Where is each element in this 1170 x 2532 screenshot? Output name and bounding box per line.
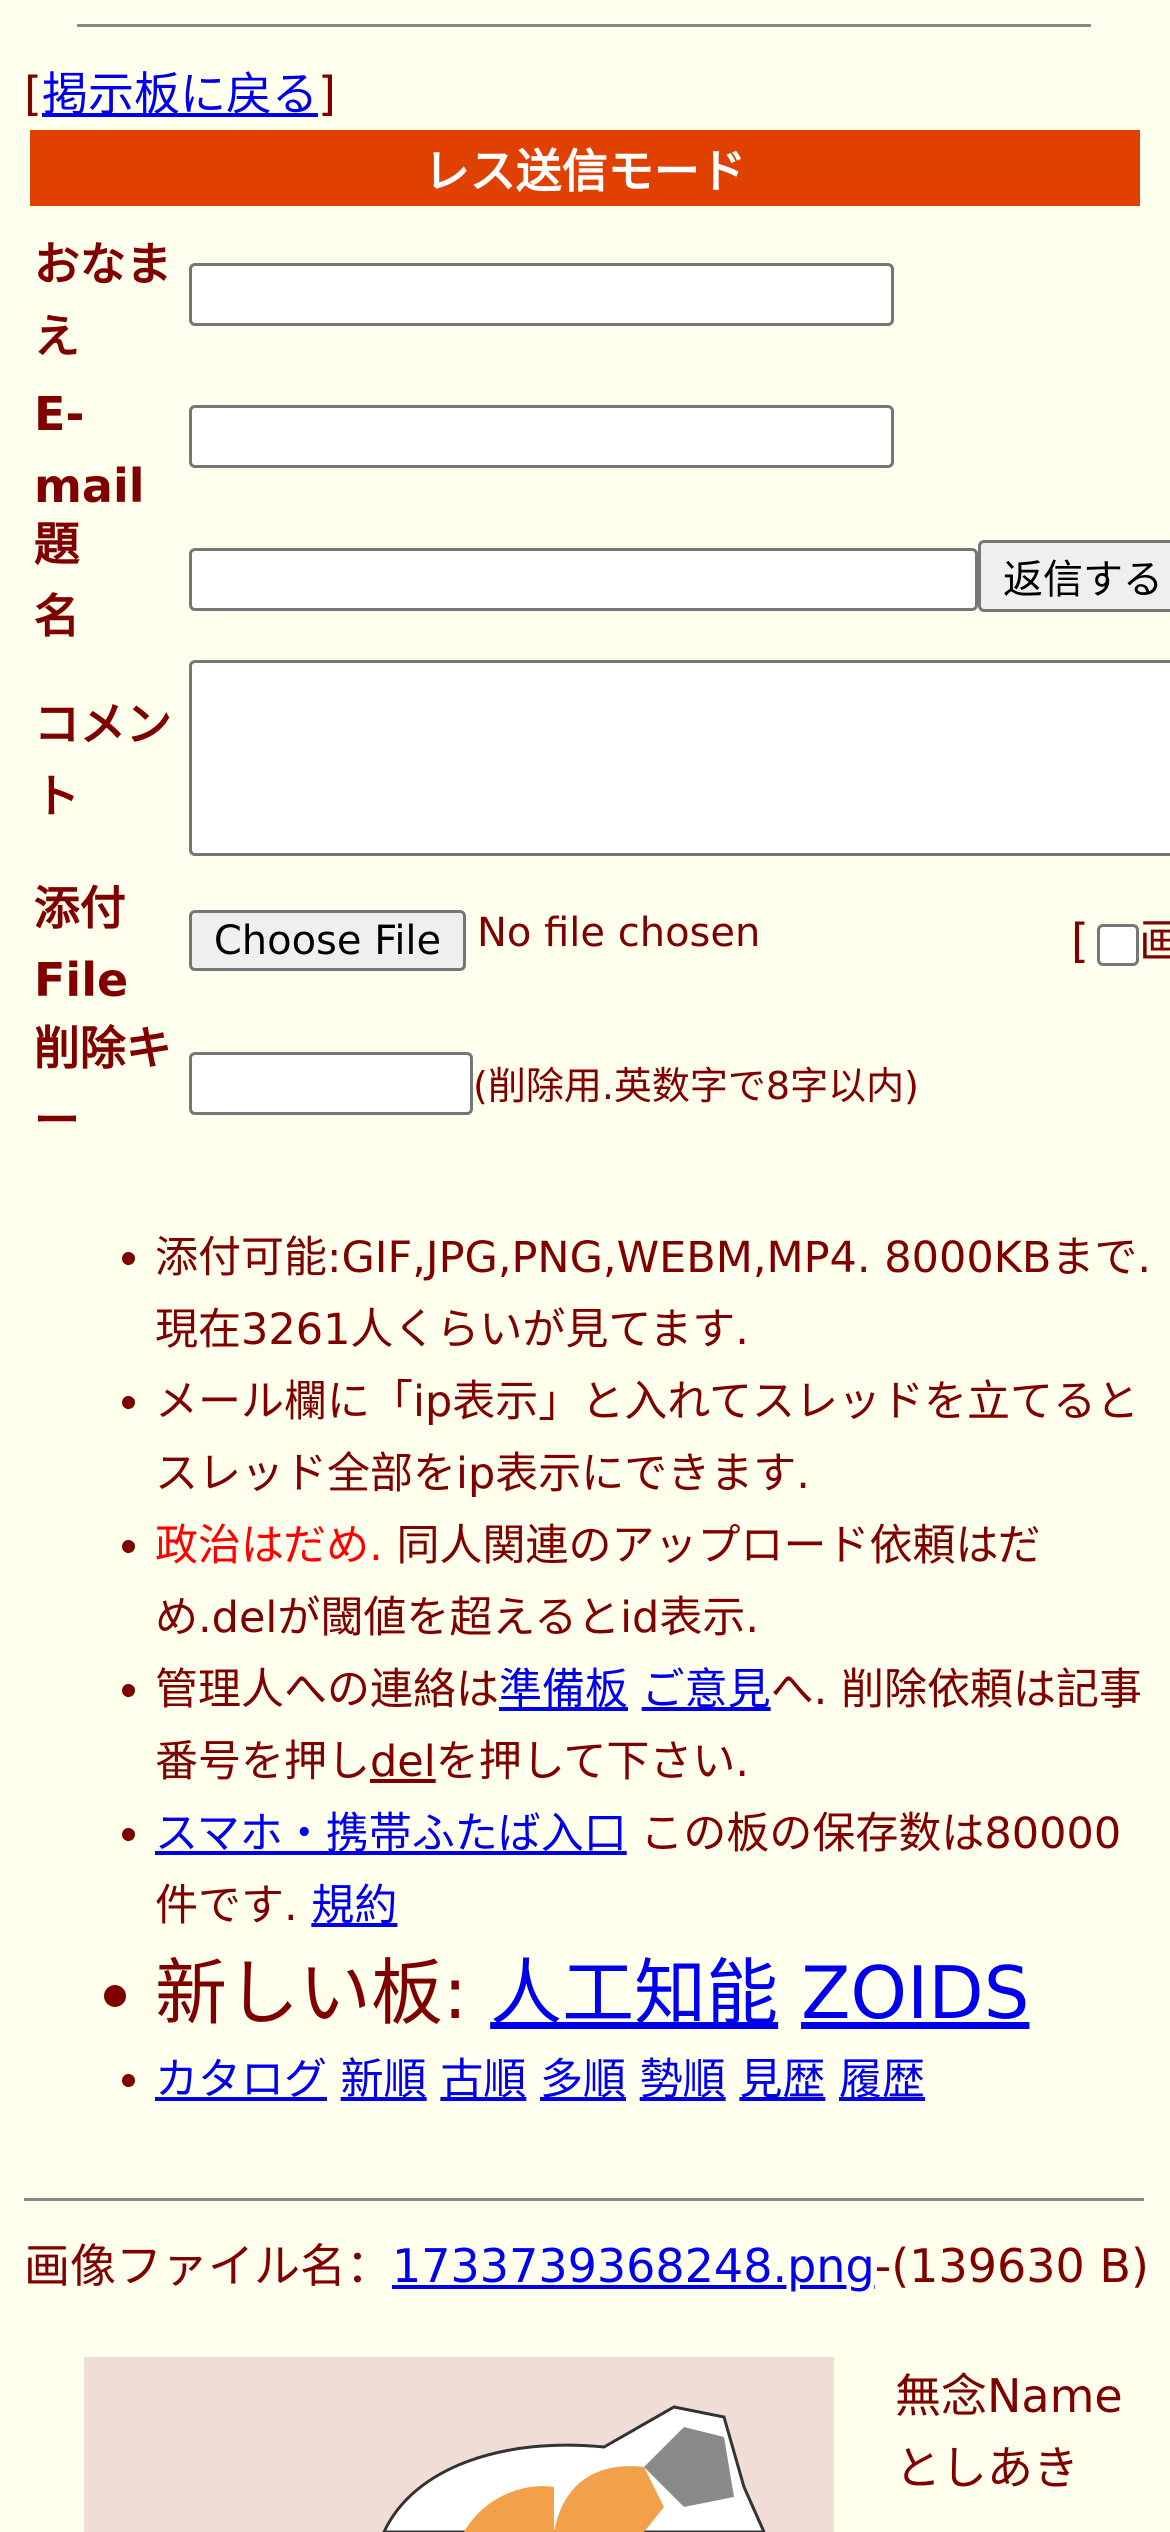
file-status: No file chosen — [477, 910, 761, 956]
comment-label: コメント — [34, 697, 172, 823]
list-item: スマホ・携帯ふたば入口 この板の保存数は80000件です. 規約 — [155, 1798, 1155, 1942]
viewed-history-link[interactable]: 見歴 — [739, 2055, 825, 2105]
back-nav: [掲示板に戻る] — [24, 67, 336, 121]
list-item: 管理人への連絡は準備板 ご意見へ. 削除依頼は記事番号を押しdelを押して下さい… — [155, 1654, 1155, 1798]
back-to-board-link[interactable]: 掲示板に戻る — [42, 67, 318, 121]
subject-label: 題名 — [34, 517, 80, 643]
feedback-link[interactable]: ご意見 — [642, 1665, 771, 1715]
subject-input[interactable] — [189, 548, 978, 611]
zoids-board-link[interactable]: ZOIDS — [801, 1951, 1029, 2035]
comment-textarea[interactable] — [189, 660, 1170, 856]
sort-most-link[interactable]: 多順 — [540, 2055, 626, 2105]
post-file-info: 画像ファイル名：1733739368248.png-(139630 B) — [24, 2239, 1149, 2293]
list-item: 添付可能:GIF,JPG,PNG,WEBM,MP4. 8000KBまで. 現在3… — [155, 1222, 1155, 1366]
name-label: おなまえ — [34, 237, 172, 363]
top-divider — [77, 24, 1091, 27]
sort-newest-link[interactable]: 新順 — [341, 2055, 427, 2105]
section-divider — [24, 2198, 1144, 2201]
list-item: メール欄に「ip表示」と入れてスレッドを立てるとスレッド全部をip表示にできます… — [155, 1366, 1155, 1510]
del-link[interactable]: del — [370, 1737, 436, 1787]
reply-submit-button[interactable]: 返信する — [978, 540, 1170, 612]
prep-board-link[interactable]: 準備板 — [499, 1665, 628, 1715]
list-item: カタログ 新順 古順 多順 勢順 見歴 履歴 — [155, 2044, 1155, 2116]
history-link[interactable]: 履歴 — [839, 2055, 925, 2105]
sort-momentum-link[interactable]: 勢順 — [640, 2055, 726, 2105]
delete-key-hint: (削除用.英数字で8字以内) — [473, 1064, 919, 1108]
list-item: 政治はだめ. 同人関連のアップロード依頼はだめ.delが閾値を超えるとid表示. — [155, 1510, 1155, 1654]
email-input[interactable] — [189, 405, 894, 468]
board-notes: 添付可能:GIF,JPG,PNG,WEBM,MP4. 8000KBまで. 現在3… — [95, 1222, 1155, 2116]
delete-key-input[interactable] — [189, 1052, 473, 1115]
email-label: E-mail — [34, 387, 145, 513]
terms-link[interactable]: 規約 — [311, 1881, 397, 1931]
post-author: としあき — [895, 2441, 1079, 2495]
image-option-checkbox[interactable] — [1096, 923, 1139, 966]
post-image-thumbnail[interactable] — [84, 2357, 834, 2532]
mobile-entry-link[interactable]: スマホ・携帯ふたば入口 — [155, 1809, 627, 1859]
list-item: 新しい板: 人工知能 ZOIDS — [155, 1942, 1155, 2044]
image-file-link[interactable]: 1733739368248.png — [392, 2239, 875, 2293]
image-option: [画 — [1071, 914, 1170, 968]
catalog-link[interactable]: カタログ — [155, 2055, 327, 2105]
sort-oldest-link[interactable]: 古順 — [440, 2055, 526, 2105]
delete-key-label: 削除キー — [34, 1021, 172, 1147]
file-label: 添付File — [34, 881, 129, 1007]
ai-board-link[interactable]: 人工知能 — [490, 1951, 778, 2035]
post-name-field: 無念Name — [895, 2369, 1123, 2423]
reply-mode-banner: レス送信モード — [30, 130, 1140, 206]
name-input[interactable] — [189, 263, 894, 326]
choose-file-button[interactable]: Choose File — [189, 910, 466, 971]
cat-illustration — [382, 2405, 766, 2532]
post-author-block: 無念Name としあき — [895, 2360, 1123, 2504]
